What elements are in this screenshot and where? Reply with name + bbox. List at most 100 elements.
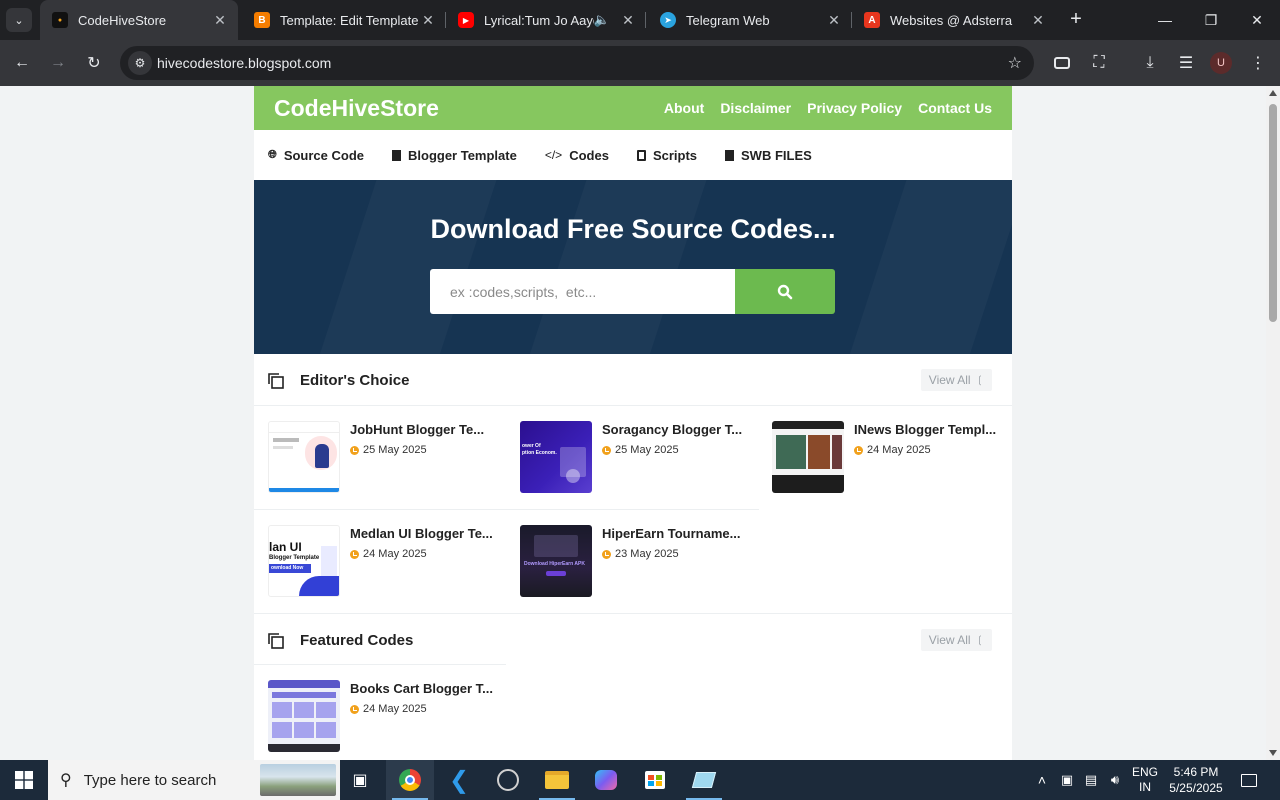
telegram-icon: ➤ xyxy=(660,12,676,28)
post-date-text: 25 May 2025 xyxy=(615,444,679,456)
tab-codehivestore[interactable]: ● CodeHiveStore ✕ xyxy=(40,0,238,40)
speaker-icon[interactable]: 🔈 xyxy=(594,12,610,28)
taskbar-obs[interactable] xyxy=(484,760,532,800)
tab-template-edit[interactable]: B Template: Edit Template ✕ xyxy=(242,0,446,40)
post-thumbnail[interactable]: lan UI Blogger Template ownload Now xyxy=(268,525,340,597)
post-date-text: 23 May 2025 xyxy=(615,548,679,560)
post-thumbnail[interactable]: ower Of ption Econom. xyxy=(520,421,592,493)
category-scripts[interactable]: Scripts xyxy=(636,148,697,163)
scroll-up-arrow-icon[interactable] xyxy=(1269,90,1277,96)
search-button[interactable] xyxy=(735,269,835,314)
taskbar-vscode[interactable]: ❮ xyxy=(435,760,483,800)
site-info-icon[interactable]: ⚙ xyxy=(128,51,152,75)
start-button[interactable] xyxy=(0,760,48,800)
minimize-button[interactable]: — xyxy=(1142,0,1188,40)
kebab-menu-icon: ⋮ xyxy=(1250,55,1266,72)
profile-avatar[interactable]: U xyxy=(1210,52,1232,74)
taskbar-copilot[interactable] xyxy=(582,760,630,800)
category-codes[interactable]: </> Codes xyxy=(545,148,609,163)
post-card-inews[interactable]: INews Blogger Templ... 24 May 2025 xyxy=(758,406,1010,510)
tab-search-button[interactable]: ⌄ xyxy=(6,8,32,32)
notification-center-button[interactable] xyxy=(1234,760,1264,800)
post-title[interactable]: Books Cart Blogger T... xyxy=(350,681,493,696)
hero-decoration xyxy=(305,180,503,354)
close-tab-icon[interactable]: ✕ xyxy=(210,12,230,29)
view-all-button[interactable]: View All ❲ xyxy=(920,369,992,391)
tray-volume[interactable]: 🔊︎ xyxy=(1104,760,1126,800)
tray-language[interactable]: ENG IN xyxy=(1128,760,1162,800)
tray-meet-now[interactable]: ▣ xyxy=(1056,760,1078,800)
nav-privacy-policy[interactable]: Privacy Policy xyxy=(807,100,902,116)
post-card-hiperearn[interactable]: Download HiperEarn APK HiperEarn Tournam… xyxy=(506,510,758,614)
post-card-books-cart[interactable]: Books Cart Blogger T... 24 May 2025 xyxy=(254,665,506,760)
search-input[interactable] xyxy=(430,269,735,314)
taskbar-chrome[interactable] xyxy=(386,760,434,800)
post-thumbnail[interactable] xyxy=(772,421,844,493)
arrow-left-icon: ← xyxy=(14,54,30,71)
post-card-soragancy[interactable]: ower Of ption Econom. Soragancy Blogger … xyxy=(506,406,758,510)
post-date-text: 24 May 2025 xyxy=(363,548,427,560)
post-card-medlan[interactable]: lan UI Blogger Template ownload Now Medl… xyxy=(254,510,506,614)
close-tab-icon[interactable]: ✕ xyxy=(824,12,844,29)
task-view-icon: ▣ xyxy=(352,772,368,789)
close-window-button[interactable]: ✕ xyxy=(1234,0,1280,40)
restore-button[interactable]: ❐ xyxy=(1188,0,1234,40)
search-highlight-image[interactable] xyxy=(260,764,336,796)
category-label: Source Code xyxy=(283,147,364,163)
tab-telegram[interactable]: ➤ Telegram Web ✕ xyxy=(648,0,852,40)
post-title[interactable]: Medlan UI Blogger Te... xyxy=(350,526,493,541)
address-bar[interactable]: ⚙ hivecodestore.blogspot.com ☆ xyxy=(120,46,1034,80)
post-card-jobhunt[interactable]: JobHunt Blogger Te... 25 May 2025 xyxy=(254,406,506,510)
clock-time: 5:46 PM xyxy=(1173,765,1219,779)
page-scrollbar[interactable] xyxy=(1266,86,1280,760)
post-title[interactable]: INews Blogger Templ... xyxy=(854,422,996,437)
tray-network[interactable]: ▤ xyxy=(1080,760,1102,800)
nav-disclaimer[interactable]: Disclaimer xyxy=(720,100,791,116)
puzzle-icon: ⛶ xyxy=(1093,54,1105,71)
new-tab-button[interactable]: + xyxy=(1064,8,1088,32)
bookmark-star-icon[interactable]: ☆ xyxy=(1008,53,1022,73)
post-thumbnail[interactable] xyxy=(268,680,340,752)
downloads-button[interactable]: ⤓ xyxy=(1138,51,1162,75)
category-source-code[interactable]: 🌐︎ Source Code xyxy=(268,148,364,163)
taskbar-file-explorer[interactable] xyxy=(533,760,581,800)
site-logo[interactable]: CodeHiveStore xyxy=(274,95,439,122)
show-hidden-icons-button[interactable]: ˄ xyxy=(1032,760,1052,800)
close-tab-icon[interactable]: ✕ xyxy=(618,12,638,29)
featured-codes-header: Featured Codes View All ❲ xyxy=(254,614,1012,666)
post-title[interactable]: Soragancy Blogger T... xyxy=(602,422,742,437)
task-view-button[interactable]: ▣ xyxy=(336,760,384,800)
post-title[interactable]: JobHunt Blogger Te... xyxy=(350,422,484,437)
post-title[interactable]: HiperEarn Tourname... xyxy=(602,526,740,541)
forward-button[interactable]: → xyxy=(46,51,70,75)
taskbar-store[interactable] xyxy=(631,760,679,800)
chrome-icon xyxy=(399,769,421,791)
tab-youtube-lyrical[interactable]: ▶ Lyrical:Tum Jo Aaye |C 🔈 ✕ xyxy=(446,0,646,40)
extension-button[interactable] xyxy=(1050,51,1074,75)
category-label: SWB FILES xyxy=(741,147,812,163)
media-control-button[interactable]: ☰ xyxy=(1174,51,1198,75)
tray-clock[interactable]: 5:46 PM 5/25/2025 xyxy=(1164,760,1228,800)
category-blogger-template[interactable]: Blogger Template xyxy=(392,148,517,163)
tab-strip: ⌄ ● CodeHiveStore ✕ B Template: Edit Tem… xyxy=(0,0,1280,40)
post-thumbnail[interactable] xyxy=(268,421,340,493)
clock-icon xyxy=(602,549,611,559)
nav-about[interactable]: About xyxy=(664,100,704,116)
category-swb-files[interactable]: SWB FILES xyxy=(725,148,812,163)
clock-icon xyxy=(350,704,359,714)
taskbar-app[interactable] xyxy=(680,760,728,800)
close-tab-icon[interactable]: ✕ xyxy=(418,12,438,29)
view-all-button[interactable]: View All ❲ xyxy=(920,629,992,651)
back-button[interactable]: ← xyxy=(10,51,34,75)
scroll-down-arrow-icon[interactable] xyxy=(1269,750,1277,756)
tab-adsterra[interactable]: A Websites @ Adsterra ✕ xyxy=(852,0,1056,40)
reload-button[interactable]: ↻ xyxy=(82,51,106,75)
taskbar-search-box[interactable]: ⚲ Type here to search xyxy=(48,760,340,800)
post-thumbnail[interactable]: Download HiperEarn APK xyxy=(520,525,592,597)
taskbar-search-placeholder: Type here to search xyxy=(83,771,217,789)
extensions-button[interactable]: ⛶ xyxy=(1087,51,1111,75)
chrome-menu-button[interactable]: ⋮ xyxy=(1246,51,1270,75)
nav-contact-us[interactable]: Contact Us xyxy=(918,100,992,116)
scrollbar-thumb[interactable] xyxy=(1269,104,1277,322)
close-tab-icon[interactable]: ✕ xyxy=(1028,12,1048,29)
